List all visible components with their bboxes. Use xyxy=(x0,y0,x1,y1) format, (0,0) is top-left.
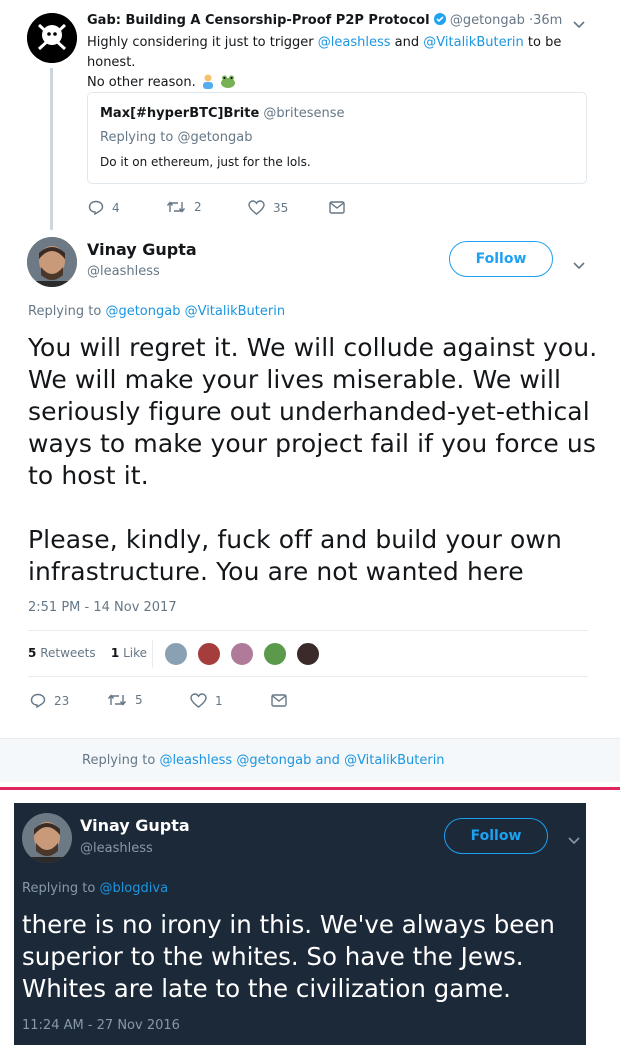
main-like-count: 1 xyxy=(215,693,223,708)
main-reply-action[interactable]: 23 xyxy=(30,693,69,708)
gab-header: Gab: Building A Censorship-Proof P2P Pro… xyxy=(87,13,562,28)
retweets-count: 5 xyxy=(28,646,37,660)
retweets-label: Retweets xyxy=(40,646,96,660)
gab-dm-action[interactable] xyxy=(329,201,353,214)
likes-count: 1 xyxy=(110,646,120,660)
dark-tweet-text: there is no irony in this. We've always … xyxy=(22,910,555,1003)
mention-leashless[interactable]: @leashless xyxy=(318,35,391,50)
frog-emoji-icon xyxy=(220,73,236,89)
quoted-tweet-card[interactable]: Max[#hyperBTC]Brite @britesense Replying… xyxy=(87,92,587,184)
main-tweet-text: You will regret it. We will collude agai… xyxy=(28,332,608,588)
chevron-down-icon xyxy=(573,21,585,29)
main-like-action[interactable]: 1 xyxy=(190,693,223,708)
retweet-icon xyxy=(166,201,186,213)
dark-timestamp[interactable]: 11:24 AM - 27 Nov 2016 xyxy=(22,1018,180,1033)
dark-handle[interactable]: @leashless xyxy=(80,841,153,856)
dark-tweet: Vinay Gupta @leashless Follow Replying t… xyxy=(14,803,586,1045)
chevron-down-icon xyxy=(573,262,585,270)
dark-follow-button[interactable]: Follow xyxy=(444,818,548,854)
dark-caret[interactable] xyxy=(567,831,581,850)
likes-label: Like xyxy=(123,646,148,660)
main-dm-action[interactable] xyxy=(271,694,295,707)
dark-replying: Replying to @blogdiva xyxy=(22,881,168,896)
divider xyxy=(28,676,588,677)
likes-stat[interactable]: 1 Like xyxy=(111,646,147,660)
heart-icon xyxy=(248,200,265,215)
reply-bar-and: and xyxy=(311,753,345,768)
stats-separator xyxy=(152,640,153,668)
gab-handle[interactable]: @getongab xyxy=(450,13,525,28)
gab-avatar[interactable] xyxy=(27,13,77,63)
gab-like-count: 35 xyxy=(273,200,289,215)
reply-bar-label: Replying to xyxy=(82,753,160,768)
gab-text-part: and xyxy=(390,35,424,50)
retweet-icon xyxy=(107,694,127,706)
liker-avatar[interactable] xyxy=(163,641,189,667)
quoted-header: Max[#hyperBTC]Brite @britesense xyxy=(100,106,345,121)
retweets-stat[interactable]: 5 Retweets xyxy=(28,646,96,660)
main-replying-handles[interactable]: @getongab @VitalikButerin xyxy=(105,304,285,319)
gab-text-part: Highly considering it just to trigger xyxy=(87,35,318,50)
quoted-author: Max[#hyperBTC]Brite xyxy=(100,106,260,121)
vinay-avatar[interactable] xyxy=(27,237,77,287)
thread-line xyxy=(50,68,53,230)
gab-reply-action[interactable]: 4 xyxy=(88,200,120,215)
main-replying: Replying to @getongab @VitalikButerin xyxy=(28,304,285,319)
person-emoji-icon xyxy=(200,73,216,89)
main-timestamp[interactable]: 2:51 PM - 14 Nov 2017 xyxy=(28,600,177,615)
liker-avatar[interactable] xyxy=(196,641,223,667)
reply-bar-text: Replying to @leashless @getongab and @Vi… xyxy=(82,753,445,768)
main-handle[interactable]: @leashless xyxy=(87,264,160,279)
gab-like-action[interactable]: 35 xyxy=(248,200,288,215)
liker-avatars xyxy=(163,641,323,671)
reply-icon xyxy=(88,200,104,215)
mention-vitalik[interactable]: @VitalikButerin xyxy=(423,35,523,50)
main-caret[interactable] xyxy=(572,256,586,275)
reply-bar-handles[interactable]: @leashless @getongab xyxy=(159,753,311,768)
main-text-paragraph-2: Please, kindly, fuck off and build your … xyxy=(28,525,562,586)
gab-reply-count: 4 xyxy=(112,200,120,215)
gab-time[interactable]: ·36m xyxy=(529,13,562,28)
pirate-frog-logo-icon xyxy=(27,13,77,63)
red-divider xyxy=(0,787,620,790)
gab-caret[interactable] xyxy=(572,15,586,34)
profile-photo-icon xyxy=(27,237,77,287)
reply-compose-bar[interactable]: Replying to @leashless @getongab and @Vi… xyxy=(0,738,620,782)
gab-retweet-action[interactable]: 2 xyxy=(166,200,202,214)
liker-avatar[interactable] xyxy=(229,641,256,667)
quoted-replying: Replying to @getongab xyxy=(100,130,252,145)
profile-photo-icon xyxy=(22,813,72,863)
envelope-icon xyxy=(271,694,287,707)
envelope-icon xyxy=(329,201,345,214)
main-replying-label: Replying to xyxy=(28,304,106,319)
reply-icon xyxy=(30,693,46,708)
dark-avatar[interactable] xyxy=(22,813,72,863)
quoted-text: Do it on ethereum, just for the lols. xyxy=(100,155,311,169)
gab-text: Highly considering it just to trigger @l… xyxy=(87,33,607,93)
quoted-handle: @britesense xyxy=(263,106,345,121)
main-author[interactable]: Vinay Gupta xyxy=(87,240,197,259)
main-retweet-action[interactable]: 5 xyxy=(107,693,143,707)
main-reply-count: 23 xyxy=(54,693,70,708)
dark-replying-handle[interactable]: @blogdiva xyxy=(99,881,168,896)
liker-avatar[interactable] xyxy=(295,641,322,667)
main-text-paragraph-1: You will regret it. We will collude agai… xyxy=(28,333,598,490)
heart-icon xyxy=(190,693,207,708)
dark-author[interactable]: Vinay Gupta xyxy=(80,816,190,835)
verified-icon xyxy=(433,13,446,25)
gab-retweet-count: 2 xyxy=(194,200,202,214)
liker-avatar[interactable] xyxy=(262,641,289,667)
gab-text-part: No other reason. xyxy=(87,75,196,90)
follow-button[interactable]: Follow xyxy=(449,241,553,277)
quoted-replying-label: Replying to xyxy=(100,130,178,145)
reply-bar-last-handle[interactable]: @VitalikButerin xyxy=(344,753,444,768)
gab-author[interactable]: Gab: Building A Censorship-Proof P2P Pro… xyxy=(87,13,430,28)
quoted-replying-handle: @getongab xyxy=(177,130,253,145)
main-retweet-count: 5 xyxy=(135,693,143,707)
chevron-down-icon xyxy=(568,837,580,845)
divider xyxy=(28,630,588,631)
dark-replying-label: Replying to xyxy=(22,881,100,896)
stats-row: 5 Retweets 1 Like xyxy=(28,646,147,660)
